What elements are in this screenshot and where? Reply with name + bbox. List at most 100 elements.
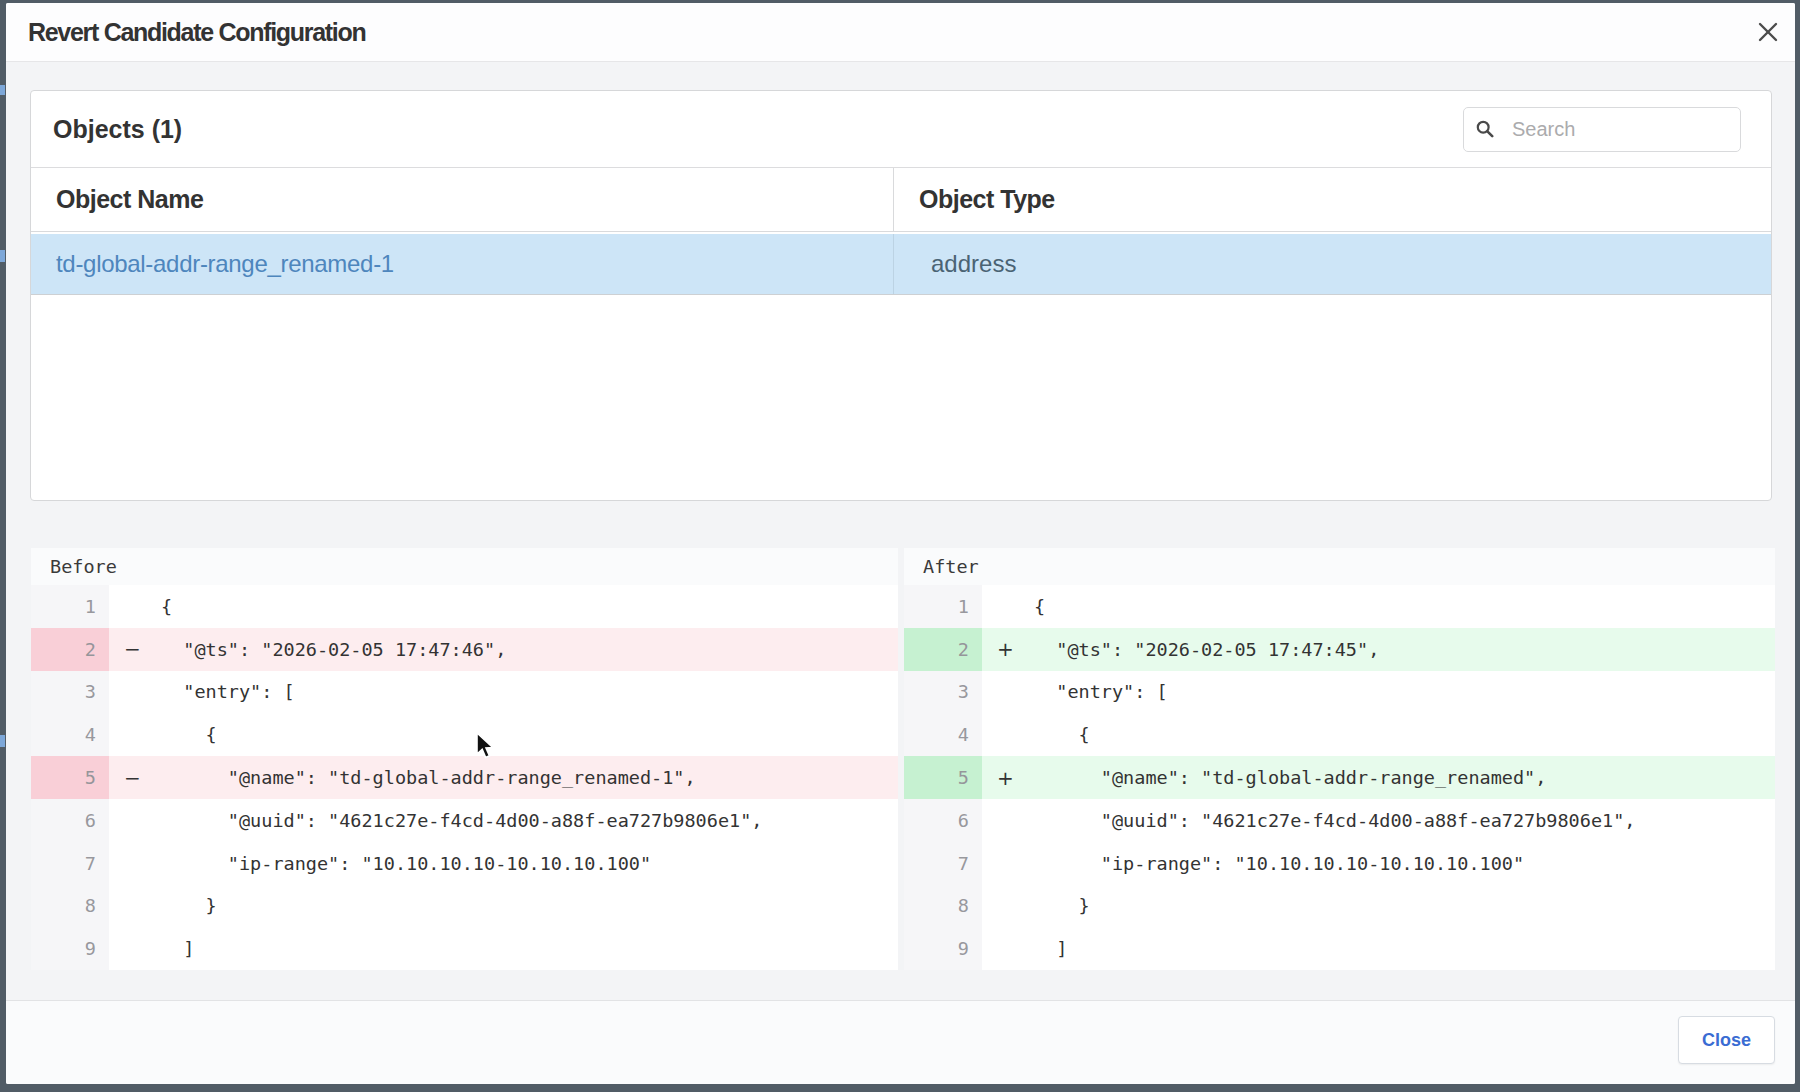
line-number: 8 <box>904 885 982 928</box>
code-text: { <box>982 596 1045 617</box>
diff-after-label: After <box>904 548 1775 585</box>
objects-panel: Objects (1) Search Object Name Object Ty… <box>30 90 1772 501</box>
diff-marker: + <box>997 766 1014 790</box>
diff-line: 6 "@uuid": "4621c27e-f4cd-4d00-a88f-ea72… <box>904 799 1775 842</box>
search-icon <box>1476 120 1494 138</box>
line-number: 4 <box>31 713 109 756</box>
dialog-footer: Close <box>6 1000 1795 1084</box>
objects-table-header: Object Name Object Type <box>31 168 1771 232</box>
diff-line: 9 ] <box>31 927 898 970</box>
column-header-object-name: Object Name <box>56 185 203 214</box>
object-row[interactable]: td-global-addr-range_renamed-1 address <box>31 232 1771 295</box>
code-line: } <box>982 885 1775 928</box>
diff-line: 8 } <box>904 885 1775 928</box>
code-text: "@ts": "2026-02-05 17:47:45", <box>982 639 1379 660</box>
code-line: "@uuid": "4621c27e-f4cd-4d00-a88f-ea727b… <box>109 799 898 842</box>
diff-marker: − <box>124 637 141 661</box>
mouse-cursor <box>475 732 499 762</box>
line-number: 3 <box>31 671 109 714</box>
close-button[interactable]: Close <box>1678 1016 1775 1064</box>
code-line: + "@name": "td-global-addr-range_renamed… <box>982 756 1775 799</box>
code-text: } <box>109 895 217 916</box>
diff-line: 2 − "@ts": "2026-02-05 17:47:46", <box>31 628 898 671</box>
background-sliver <box>0 735 5 747</box>
code-text: "entry": [ <box>982 681 1168 702</box>
line-number: 1 <box>31 585 109 628</box>
code-line: { <box>982 713 1775 756</box>
diff-line: 1 { <box>31 585 898 628</box>
code-line: "ip-range": "10.10.10.10-10.10.10.100" <box>109 842 898 885</box>
column-header-object-type: Object Type <box>919 185 1055 214</box>
diff-marker: + <box>997 637 1014 661</box>
diff-line: 8 } <box>31 885 898 928</box>
diff-marker: − <box>124 766 141 790</box>
dialog-title: Revert Candidate Configuration <box>28 18 365 47</box>
dialog-body: Objects (1) Search Object Name Object Ty… <box>6 62 1795 1084</box>
background-sliver <box>0 250 5 262</box>
code-text: "ip-range": "10.10.10.10-10.10.10.100" <box>982 853 1524 874</box>
diff-line: 2 + "@ts": "2026-02-05 17:47:45", <box>904 628 1775 671</box>
line-number: 9 <box>31 927 109 970</box>
search-input[interactable]: Search <box>1463 107 1741 152</box>
line-number: 6 <box>904 799 982 842</box>
code-line: "entry": [ <box>109 671 898 714</box>
code-line: } <box>109 885 898 928</box>
diff-line: 4 { <box>904 713 1775 756</box>
line-number: 5 <box>31 756 109 799</box>
line-number: 4 <box>904 713 982 756</box>
diff-line: 7 "ip-range": "10.10.10.10-10.10.10.100" <box>904 842 1775 885</box>
line-number: 2 <box>31 628 109 671</box>
object-name-cell[interactable]: td-global-addr-range_renamed-1 <box>56 250 394 278</box>
background-sliver <box>0 85 5 95</box>
diff-line: 5 − "@name": "td-global-addr-range_renam… <box>31 756 898 799</box>
code-line: { <box>109 585 898 628</box>
code-text: { <box>982 724 1090 745</box>
code-line: "ip-range": "10.10.10.10-10.10.10.100" <box>982 842 1775 885</box>
line-number: 5 <box>904 756 982 799</box>
diff-line: 5 + "@name": "td-global-addr-range_renam… <box>904 756 1775 799</box>
diff-line: 3 "entry": [ <box>31 671 898 714</box>
diff-line: 9 ] <box>904 927 1775 970</box>
diff-line: 3 "entry": [ <box>904 671 1775 714</box>
objects-count-title: Objects (1) <box>53 115 182 144</box>
code-text: ] <box>109 938 194 959</box>
diff-after-panel: After 1 {2 + "@ts": "2026-02-05 17:47:45… <box>904 548 1775 970</box>
search-placeholder: Search <box>1512 118 1575 141</box>
code-text: "entry": [ <box>109 681 295 702</box>
line-number: 7 <box>31 842 109 885</box>
line-number: 2 <box>904 628 982 671</box>
code-line: ] <box>982 927 1775 970</box>
line-number: 9 <box>904 927 982 970</box>
code-text: "@name": "td-global-addr-range_renamed-1… <box>109 767 696 788</box>
code-line: { <box>982 585 1775 628</box>
code-text: } <box>982 895 1090 916</box>
diff-line: 1 { <box>904 585 1775 628</box>
diff-line: 4 { <box>31 713 898 756</box>
code-text: "@name": "td-global-addr-range_renamed", <box>982 767 1546 788</box>
code-line: − "@ts": "2026-02-05 17:47:46", <box>109 628 898 671</box>
diff-before-panel: Before 1 {2 − "@ts": "2026-02-05 17:47:4… <box>31 548 898 970</box>
diff-line: 6 "@uuid": "4621c27e-f4cd-4d00-a88f-ea72… <box>31 799 898 842</box>
diff-line: 7 "ip-range": "10.10.10.10-10.10.10.100" <box>31 842 898 885</box>
code-text: "@uuid": "4621c27e-f4cd-4d00-a88f-ea727b… <box>109 810 762 831</box>
objects-panel-header: Objects (1) Search <box>31 91 1771 168</box>
line-number: 6 <box>31 799 109 842</box>
code-line: − "@name": "td-global-addr-range_renamed… <box>109 756 898 799</box>
object-type-cell: address <box>931 250 1016 278</box>
code-text: "@ts": "2026-02-05 17:47:46", <box>109 639 506 660</box>
close-icon[interactable] <box>1757 21 1779 43</box>
code-text: { <box>109 596 172 617</box>
line-number: 3 <box>904 671 982 714</box>
code-line: ] <box>109 927 898 970</box>
diff-before-label: Before <box>31 548 898 585</box>
dialog-header: Revert Candidate Configuration <box>6 3 1795 62</box>
code-text: "@uuid": "4621c27e-f4cd-4d00-a88f-ea727b… <box>982 810 1635 831</box>
line-number: 7 <box>904 842 982 885</box>
code-line: "@uuid": "4621c27e-f4cd-4d00-a88f-ea727b… <box>982 799 1775 842</box>
code-line: "entry": [ <box>982 671 1775 714</box>
line-number: 8 <box>31 885 109 928</box>
code-text: ] <box>982 938 1067 959</box>
code-text: { <box>109 724 217 745</box>
code-line: { <box>109 713 898 756</box>
code-text: "ip-range": "10.10.10.10-10.10.10.100" <box>109 853 651 874</box>
